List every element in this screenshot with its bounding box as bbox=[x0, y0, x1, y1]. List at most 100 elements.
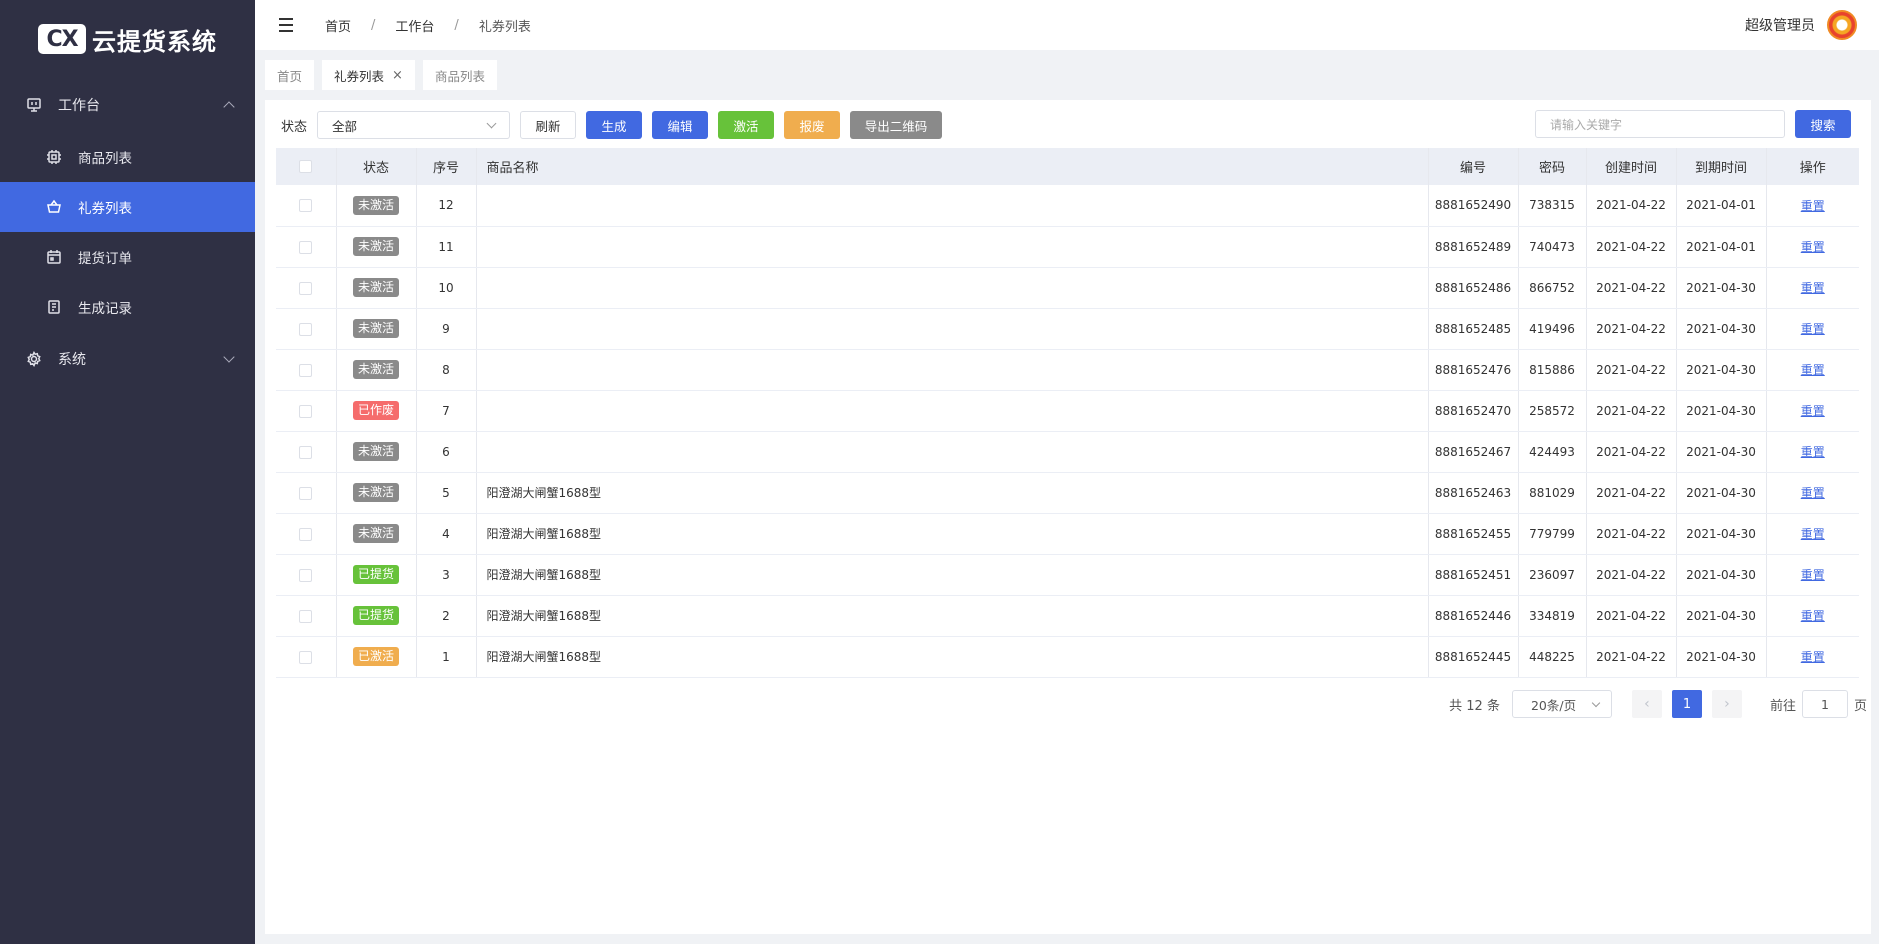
status-cell: 已提货 bbox=[336, 595, 417, 637]
reset-link[interactable]: 重置 bbox=[1801, 322, 1825, 336]
table-header: 状态 序号 商品名称 编号 密码 创建时间 到期时间 操作 bbox=[276, 148, 1859, 185]
row-checkbox[interactable] bbox=[299, 199, 313, 213]
expire-cell: 2021-04-30 bbox=[1676, 554, 1767, 596]
action-cell: 重置 bbox=[1766, 267, 1859, 309]
row-checkbox[interactable] bbox=[299, 650, 313, 664]
select-all-checkbox[interactable] bbox=[299, 160, 313, 173]
menu-group-system[interactable]: 系统 bbox=[0, 332, 255, 386]
expire-cell: 2021-04-01 bbox=[1676, 185, 1767, 227]
monitor-icon bbox=[26, 97, 42, 113]
row-checkbox[interactable] bbox=[299, 281, 313, 295]
reset-link[interactable]: 重置 bbox=[1801, 568, 1825, 582]
page-number-current[interactable]: 1 bbox=[1671, 690, 1702, 718]
row-checkbox[interactable] bbox=[299, 404, 313, 418]
document-icon bbox=[46, 299, 62, 315]
tab-coupons[interactable]: 礼券列表 × bbox=[322, 60, 415, 90]
reset-link[interactable]: 重置 bbox=[1801, 445, 1825, 459]
prev-page-button[interactable]: ‹ bbox=[1631, 690, 1662, 718]
row-checkbox[interactable] bbox=[299, 486, 313, 500]
breadcrumb-workbench[interactable]: 工作台 bbox=[395, 16, 434, 35]
column-header: 到期时间 bbox=[1676, 148, 1767, 185]
reset-link[interactable]: 重置 bbox=[1801, 609, 1825, 623]
row-checkbox[interactable] bbox=[299, 363, 313, 377]
status-badge: 未激活 bbox=[352, 483, 399, 502]
status-cell: 已激活 bbox=[336, 636, 417, 678]
created-cell: 2021-04-22 bbox=[1586, 472, 1677, 514]
reset-link[interactable]: 重置 bbox=[1801, 527, 1825, 541]
status-cell: 未激活 bbox=[336, 185, 417, 227]
status-badge: 已激活 bbox=[352, 647, 399, 666]
code-cell: 8881652445 bbox=[1428, 636, 1519, 678]
refresh-button[interactable]: 刷新 bbox=[520, 111, 577, 139]
chevron-down-icon bbox=[223, 351, 235, 363]
username[interactable]: 超级管理员 bbox=[1745, 15, 1815, 35]
breadcrumb-separator: / bbox=[371, 17, 376, 33]
goto-prefix: 前往 bbox=[1769, 698, 1796, 714]
seq-cell: 3 bbox=[416, 554, 477, 596]
created-cell: 2021-04-22 bbox=[1586, 513, 1677, 555]
row-select-cell bbox=[276, 513, 337, 555]
menu-toggle-icon[interactable] bbox=[279, 18, 293, 32]
sidebar-item-products[interactable]: 商品列表 bbox=[0, 132, 255, 182]
user-area[interactable]: 超级管理员 bbox=[1745, 0, 1857, 50]
tab-home[interactable]: 首页 bbox=[265, 60, 315, 90]
column-header: 密码 bbox=[1518, 148, 1587, 185]
tab-label: 商品列表 bbox=[434, 68, 485, 84]
close-icon[interactable]: × bbox=[392, 68, 403, 83]
edit-button[interactable]: 编辑 bbox=[652, 111, 709, 139]
avatar[interactable] bbox=[1827, 10, 1857, 40]
row-checkbox[interactable] bbox=[299, 568, 313, 582]
row-checkbox[interactable] bbox=[299, 240, 313, 254]
generate-button[interactable]: 生成 bbox=[586, 111, 643, 139]
row-select-cell bbox=[276, 636, 337, 678]
status-badge: 未激活 bbox=[352, 360, 399, 379]
status-select[interactable]: 全部 bbox=[317, 111, 511, 139]
reset-link[interactable]: 重置 bbox=[1801, 281, 1825, 295]
row-checkbox[interactable] bbox=[299, 609, 313, 623]
row-checkbox[interactable] bbox=[299, 445, 313, 459]
product-name-cell bbox=[476, 390, 1429, 432]
row-select-cell bbox=[276, 390, 337, 432]
product-name-cell bbox=[476, 349, 1429, 391]
header: 首页 / 工作台 / 礼券列表 超级管理员 bbox=[255, 0, 1879, 50]
sidebar-item-records[interactable]: 生成记录 bbox=[0, 282, 255, 332]
code-cell: 8881652490 bbox=[1428, 185, 1519, 227]
next-page-button[interactable]: › bbox=[1711, 690, 1742, 718]
product-name-cell: 阳澄湖大闸蟹1688型 bbox=[476, 472, 1429, 514]
gear-icon bbox=[26, 351, 42, 367]
status-cell: 未激活 bbox=[336, 513, 417, 555]
row-checkbox[interactable] bbox=[299, 322, 313, 336]
breadcrumb-home[interactable]: 首页 bbox=[325, 16, 351, 35]
reset-link[interactable]: 重置 bbox=[1801, 404, 1825, 418]
row-checkbox[interactable] bbox=[299, 527, 313, 541]
status-badge: 未激活 bbox=[352, 524, 399, 543]
search-input[interactable]: 请输入关键字 bbox=[1535, 110, 1785, 138]
goto-page-input[interactable]: 1 bbox=[1801, 690, 1848, 718]
reset-link[interactable]: 重置 bbox=[1801, 240, 1825, 254]
reset-link[interactable]: 重置 bbox=[1801, 199, 1825, 213]
total-count: 共 12 条 bbox=[1449, 698, 1500, 714]
action-cell: 重置 bbox=[1766, 349, 1859, 391]
sidebar-item-coupons[interactable]: 礼券列表 bbox=[0, 182, 255, 232]
password-cell: 334819 bbox=[1518, 595, 1587, 637]
action-cell: 重置 bbox=[1766, 185, 1859, 227]
export-qr-button[interactable]: 导出二维码 bbox=[850, 111, 943, 139]
product-name-cell: 阳澄湖大闸蟹1688型 bbox=[476, 595, 1429, 637]
product-name-cell: 阳澄湖大闸蟹1688型 bbox=[476, 513, 1429, 555]
action-cell: 重置 bbox=[1766, 636, 1859, 678]
activate-button[interactable]: 激活 bbox=[718, 111, 775, 139]
reset-link[interactable]: 重置 bbox=[1801, 486, 1825, 500]
menu-group-workbench[interactable]: 工作台 bbox=[0, 78, 255, 132]
reset-link[interactable]: 重置 bbox=[1801, 650, 1825, 664]
sidebar-item-orders[interactable]: 提货订单 bbox=[0, 232, 255, 282]
search-button[interactable]: 搜索 bbox=[1795, 110, 1851, 138]
tab-products[interactable]: 商品列表 bbox=[422, 60, 497, 90]
seq-cell: 1 bbox=[416, 636, 477, 678]
table-row: 未激活 9 8881652485 419496 2021-04-22 2021-04-30… bbox=[276, 308, 1859, 350]
page-size-select[interactable]: 20条/页 bbox=[1511, 690, 1612, 718]
status-badge: 未激活 bbox=[352, 278, 399, 297]
sidebar-item-label: 提货订单 bbox=[78, 251, 132, 267]
void-button[interactable]: 报废 bbox=[784, 111, 841, 139]
reset-link[interactable]: 重置 bbox=[1801, 363, 1825, 377]
seq-cell: 2 bbox=[416, 595, 477, 637]
